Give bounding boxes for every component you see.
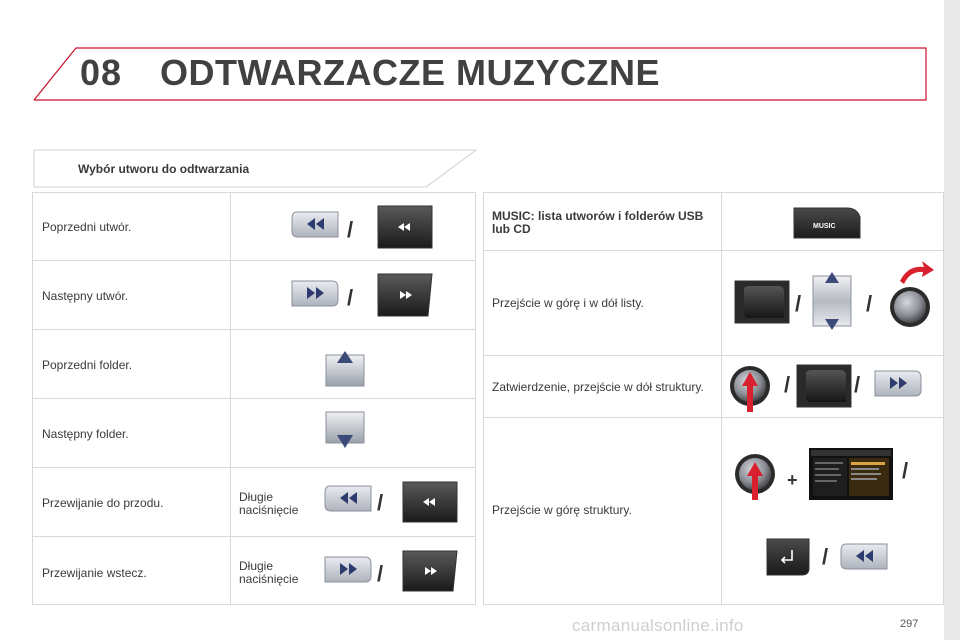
- column-divider: [230, 193, 231, 260]
- column-divider: [230, 399, 231, 467]
- row-label: MUSIC: lista utworów i folderów USB lub …: [492, 209, 704, 236]
- rotary-knob-press-icon: [735, 454, 775, 500]
- separator-slash: /: [784, 372, 791, 397]
- forward-button-dark-icon: [377, 273, 433, 317]
- table-row: MUSIC: lista utworów i folderów USB lub …: [484, 193, 943, 251]
- section-title: Wybór utworu do odtwarzania: [78, 162, 250, 176]
- row-label: Przewijanie do przodu.: [42, 496, 164, 510]
- table-row: Następny folder.: [33, 399, 475, 468]
- row-label: Następny folder.: [42, 427, 129, 441]
- long-press-note: Długie naciśnięcie: [239, 490, 299, 517]
- plus-sign: +: [787, 470, 798, 490]
- rotary-knob-press-icon: [730, 366, 770, 412]
- row-label: Przejście w górę struktury.: [492, 503, 632, 517]
- dark-button-icon: [734, 280, 790, 324]
- separator-slash: /: [902, 458, 909, 483]
- rotary-knob-turn-icon: [890, 261, 934, 327]
- separator-slash: /: [795, 291, 802, 316]
- column-divider: [230, 330, 231, 398]
- separator-slash: /: [347, 217, 354, 242]
- back-button-icon: [766, 538, 810, 576]
- column-divider: [230, 261, 231, 329]
- table-row: Przewijanie wstecz. Długie naciśnięcie /: [33, 537, 475, 604]
- table-row: Przejście w górę struktury. + / /: [484, 418, 943, 604]
- table-row: Zatwierdzenie, przejście w dół struktury…: [484, 356, 943, 418]
- forward-button-light-icon: [874, 370, 922, 397]
- forward-button-light-icon: [291, 280, 339, 307]
- dark-button-icon: [796, 364, 852, 408]
- screen-list-icon: [809, 448, 893, 500]
- chapter-number: 08: [80, 52, 123, 93]
- row-label: Przewijanie wstecz.: [42, 566, 147, 580]
- down-arrow-button-icon: [325, 411, 365, 448]
- table-row: Poprzedni utwór. /: [33, 193, 475, 261]
- column-divider: [721, 418, 722, 604]
- rewind-button-dark-icon: [402, 481, 458, 523]
- separator-slash: /: [854, 372, 861, 397]
- forward-button-dark-icon: [402, 550, 458, 592]
- long-press-note: Długie naciśnięcie: [239, 559, 299, 586]
- row-label: Zatwierdzenie, przejście w dół struktury…: [492, 380, 704, 394]
- separator-slash: /: [377, 561, 384, 586]
- rewind-button-light-icon: [840, 543, 888, 570]
- table-row: Przejście w górę i w dół listy. / /: [484, 251, 943, 356]
- column-divider: [721, 251, 722, 355]
- up-arrow-button-icon: [325, 351, 365, 387]
- row-label: Poprzedni folder.: [42, 358, 133, 372]
- rewind-button-light-icon: [324, 485, 372, 512]
- row-label: Przejście w górę i w dół listy.: [492, 296, 644, 310]
- row-label: Poprzedni utwór.: [42, 220, 132, 234]
- music-button-label: MUSIC: [813, 223, 836, 230]
- page-number: 297: [900, 618, 919, 630]
- column-divider: [230, 468, 231, 536]
- separator-slash: /: [377, 490, 384, 515]
- row-label: Następny utwór.: [42, 289, 129, 303]
- table-row: Następny utwór. /: [33, 261, 475, 330]
- separator-slash: /: [347, 285, 354, 310]
- rewind-button-dark-icon: [377, 205, 433, 249]
- right-controls-table: MUSIC: lista utworów i folderów USB lub …: [483, 192, 944, 605]
- forward-button-light-icon: [324, 556, 372, 583]
- chapter-title: ODTWARZACZE MUZYCZNE: [160, 52, 660, 93]
- music-button-icon: MUSIC: [793, 207, 861, 239]
- separator-slash: /: [866, 291, 873, 316]
- column-divider: [721, 356, 722, 417]
- column-divider: [721, 193, 722, 250]
- column-divider: [230, 537, 231, 604]
- left-controls-table: Poprzedni utwór. / Następny utwór. / Pop…: [32, 192, 476, 605]
- table-row: Przewijanie do przodu. Długie naciśnięci…: [33, 468, 475, 537]
- table-row: Poprzedni folder.: [33, 330, 475, 399]
- separator-slash: /: [822, 544, 829, 569]
- rewind-button-light-icon: [291, 211, 339, 238]
- up-down-buttons-icon: [812, 272, 852, 330]
- watermark: carmanualsonline.info: [572, 616, 744, 635]
